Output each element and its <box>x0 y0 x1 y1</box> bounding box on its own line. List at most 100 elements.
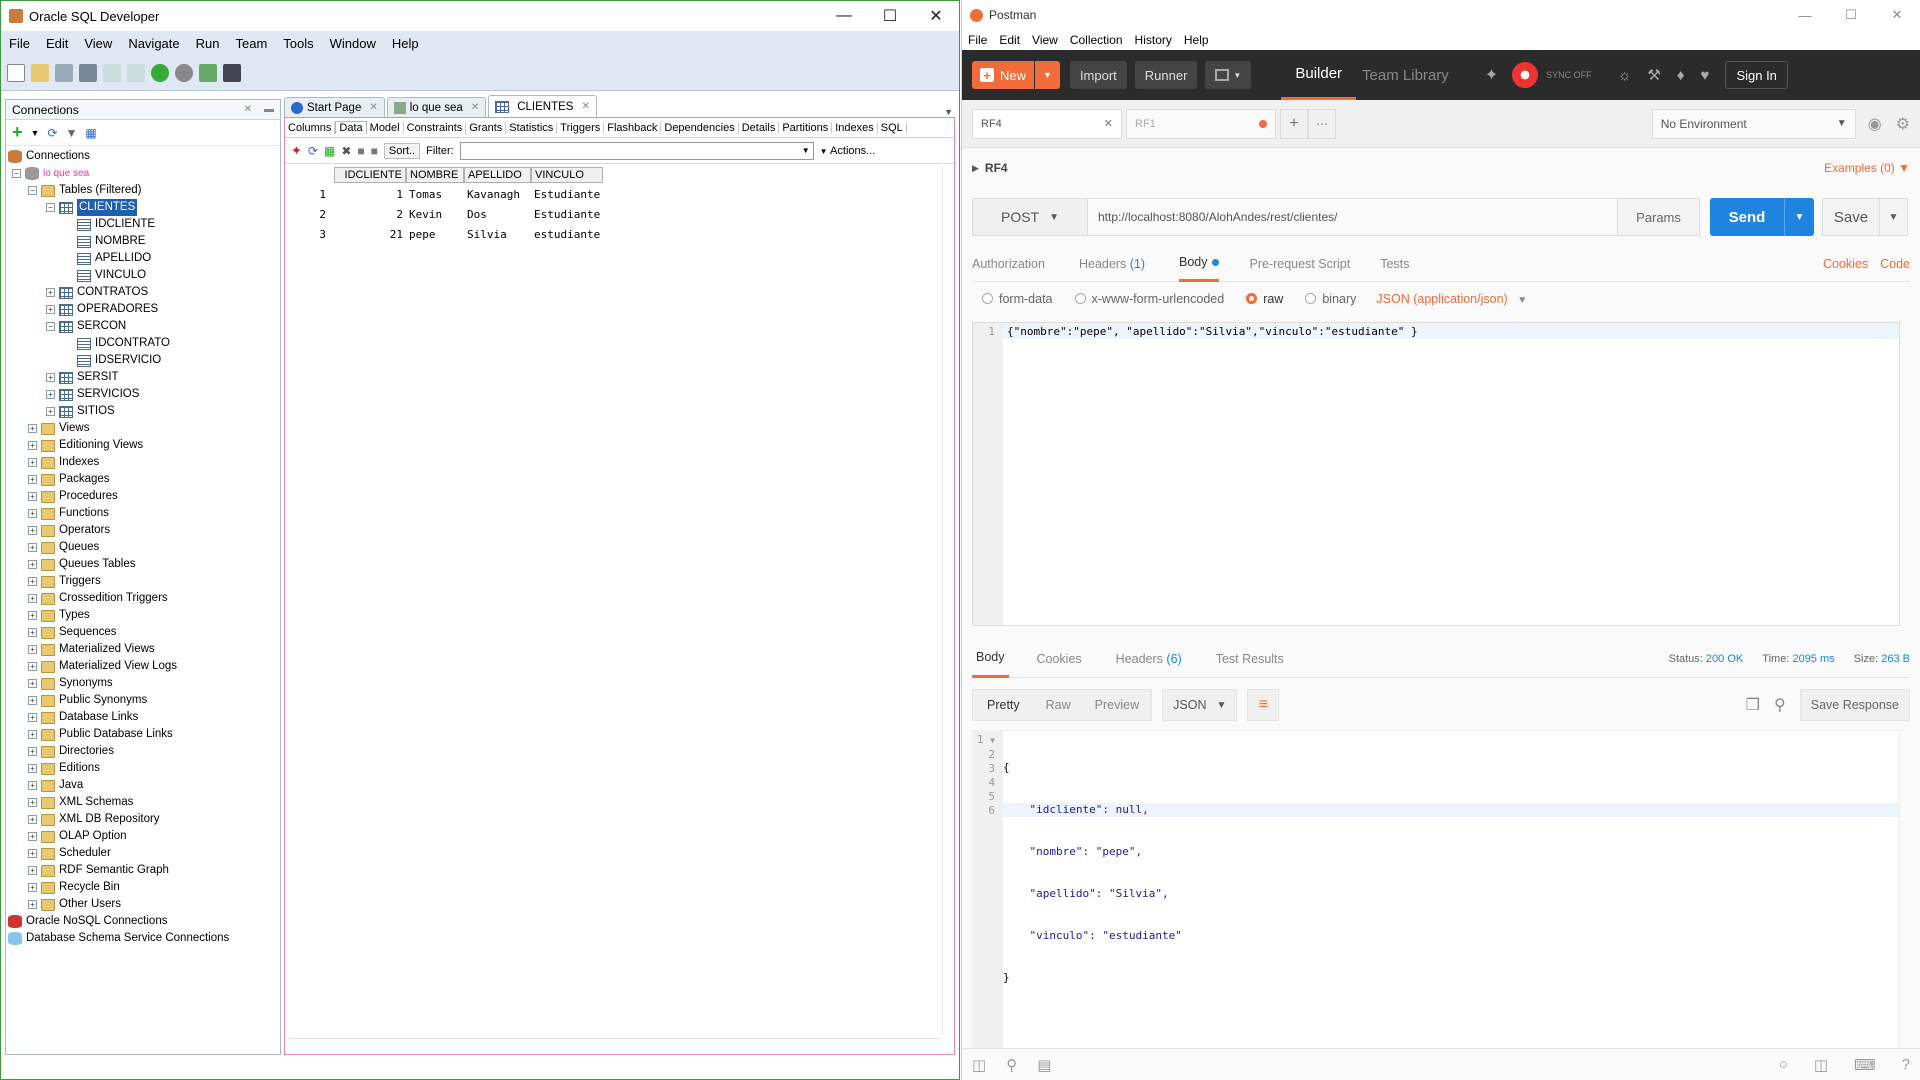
tree-folder-recycle-bin[interactable]: + Recycle Bin <box>6 879 280 896</box>
tree-folder-materialized-views[interactable]: + Materialized Views <box>6 641 280 658</box>
tree-folder-editions[interactable]: + Editions <box>6 760 280 777</box>
tree-folder-xml-schemas[interactable]: + XML Schemas <box>6 794 280 811</box>
interceptor-icon[interactable]: ☼ <box>1618 67 1632 84</box>
tree-column[interactable]: VINCULO <box>6 267 280 284</box>
tab-prerequest-script[interactable]: Pre-request Script <box>1249 257 1350 271</box>
examples-dropdown[interactable]: Examples (0) ▼ <box>1824 161 1910 175</box>
method-select[interactable]: POST ▼ <box>972 198 1088 236</box>
sql-worksheet-icon[interactable] <box>199 63 217 82</box>
request-body-editor[interactable]: 1 {"nombre":"pepe", "apellido":"Silvia",… <box>972 322 1900 626</box>
pm-menu-help[interactable]: Help <box>1178 33 1215 47</box>
tree-folder-rdf-semantic-graph[interactable]: + RDF Semantic Graph <box>6 862 280 879</box>
more-tabs-icon[interactable]: ⋯ <box>1308 108 1336 139</box>
expand-icon[interactable]: + <box>28 560 37 569</box>
subtab-constraints[interactable]: Constraints <box>404 121 467 134</box>
grid-header-idcliente[interactable]: IDCLIENTE <box>334 167 406 183</box>
tree-column[interactable]: IDSERVICIO <box>6 352 280 369</box>
response-body-viewer[interactable]: 1 ▼ 2 3 4 5 6 { "idcliente": null, "nombre": … <box>972 730 1900 1050</box>
add-tab-button[interactable]: + <box>1280 108 1308 139</box>
cell-idcliente[interactable]: 1 <box>334 184 406 204</box>
builder-tab[interactable]: Builder <box>1281 50 1357 100</box>
pm-menu-history[interactable]: History <box>1129 33 1178 47</box>
tree-table-contratos[interactable]: + CONTRATOS <box>6 284 280 301</box>
pin-icon[interactable]: ✦ <box>291 143 302 159</box>
cell-vinculo[interactable]: Estudiante <box>531 204 603 224</box>
pm-menu-view[interactable]: View <box>1026 33 1064 47</box>
tab-close-icon[interactable]: ✕ <box>1104 117 1113 130</box>
menu-run[interactable]: Run <box>188 36 228 51</box>
save-response-button[interactable]: Save Response <box>1799 689 1910 721</box>
params-button[interactable]: Params <box>1618 198 1700 236</box>
expand-icon[interactable]: + <box>28 424 37 433</box>
tree-folder-database-links[interactable]: + Database Links <box>6 709 280 726</box>
menu-edit[interactable]: Edit <box>38 36 76 51</box>
resp-tab-headers[interactable]: Headers (6) <box>1116 652 1182 666</box>
tree-folder-indexes[interactable]: + Indexes <box>6 454 280 471</box>
subtab-dependencies[interactable]: Dependencies <box>661 121 739 134</box>
format-select[interactable]: JSON ▼ <box>1162 689 1238 721</box>
tree-schema-service-connections[interactable]: Database Schema Service Connections <box>6 930 280 947</box>
view-raw[interactable]: Raw <box>1034 698 1083 712</box>
expand-icon[interactable]: + <box>28 509 37 518</box>
expand-icon[interactable]: + <box>28 679 37 688</box>
add-connection-icon[interactable]: + <box>12 122 23 143</box>
cell-nombre[interactable]: pepe <box>406 224 464 244</box>
maximize-icon[interactable]: ☐ <box>867 1 913 31</box>
tree-connections-root[interactable]: Connections <box>6 148 280 165</box>
cell-idcliente[interactable]: 21 <box>334 224 406 244</box>
tree-nosql-connections[interactable]: Oracle NoSQL Connections <box>6 913 280 930</box>
cell-vinculo[interactable]: Estudiante <box>531 184 603 204</box>
expand-icon[interactable]: + <box>46 390 55 399</box>
minimize-icon[interactable]: — <box>1782 0 1828 30</box>
new-file-icon[interactable] <box>7 63 25 82</box>
tree-column[interactable]: NOMBRE <box>6 233 280 250</box>
redo-icon[interactable] <box>127 63 145 82</box>
expand-icon[interactable]: + <box>28 815 37 824</box>
expand-icon[interactable]: + <box>28 696 37 705</box>
tree-folder-xml-db-repository[interactable]: + XML DB Repository <box>6 811 280 828</box>
tab-close-icon[interactable]: ✕ <box>471 102 479 113</box>
table-row[interactable]: 1 1 Tomas Kavanagh Estudiante <box>289 184 603 204</box>
expand-icon[interactable]: + <box>28 441 37 450</box>
filter-icon[interactable]: ▼ <box>66 126 78 140</box>
expand-icon[interactable]: + <box>28 492 37 501</box>
new-window-button[interactable]: ▼ <box>1205 61 1252 89</box>
open-folder-icon[interactable] <box>31 63 49 82</box>
cell-nombre[interactable]: Tomas <box>406 184 464 204</box>
tree-connection-lo-que-sea[interactable]: − lo que sea <box>6 165 280 182</box>
save-dropdown-icon[interactable]: ▼ <box>1879 198 1907 236</box>
tree-folder-queues-tables[interactable]: + Queues Tables <box>6 556 280 573</box>
table-row[interactable]: 2 2 Kevin Dos Estudiante <box>289 204 603 224</box>
satellite-icon[interactable]: ✦ <box>1485 65 1498 85</box>
runner-button[interactable]: Runner <box>1134 61 1198 89</box>
tree-folder-queues[interactable]: + Queues <box>6 539 280 556</box>
tree-table-servicios[interactable]: + SERVICIOS <box>6 386 280 403</box>
tab-start-page[interactable]: Start Page ✕ <box>284 97 385 117</box>
pm-menu-file[interactable]: File <box>962 33 993 47</box>
collapse-icon[interactable]: − <box>12 169 21 178</box>
expand-icon[interactable]: + <box>28 900 37 909</box>
send-dropdown-icon[interactable]: ▼ <box>1784 198 1814 236</box>
tree-folder-scheduler[interactable]: + Scheduler <box>6 845 280 862</box>
subtab-statistics[interactable]: Statistics <box>506 121 558 134</box>
tree-column[interactable]: APELLIDO <box>6 250 280 267</box>
horizontal-scrollbar[interactable] <box>289 1038 940 1050</box>
expand-icon[interactable]: + <box>28 849 37 858</box>
copy-icon[interactable]: ❐ <box>1746 695 1760 715</box>
expand-icon[interactable]: + <box>28 730 37 739</box>
refresh-icon[interactable]: ⟳ <box>47 126 57 140</box>
radio-form-data[interactable]: form-data <box>982 292 1053 306</box>
tree-folder-sequences[interactable]: + Sequences <box>6 624 280 641</box>
request-body-line[interactable]: {"nombre":"pepe", "apellido":"Silvia","v… <box>1003 323 1899 339</box>
lightbulb-icon[interactable]: ○ <box>1779 1056 1788 1073</box>
filter-input[interactable]: ▼ <box>459 141 814 160</box>
close-icon[interactable]: ✕ <box>1874 0 1920 30</box>
save-icon[interactable] <box>55 63 73 82</box>
expand-icon[interactable]: + <box>28 713 37 722</box>
expand-icon[interactable]: + <box>28 798 37 807</box>
resp-tab-body[interactable]: Body <box>972 640 1009 678</box>
expand-icon[interactable]: + <box>28 475 37 484</box>
vertical-scrollbar[interactable] <box>942 166 952 1034</box>
expand-icon[interactable]: + <box>46 373 55 382</box>
keyboard-icon[interactable]: ⌨ <box>1854 1056 1876 1074</box>
